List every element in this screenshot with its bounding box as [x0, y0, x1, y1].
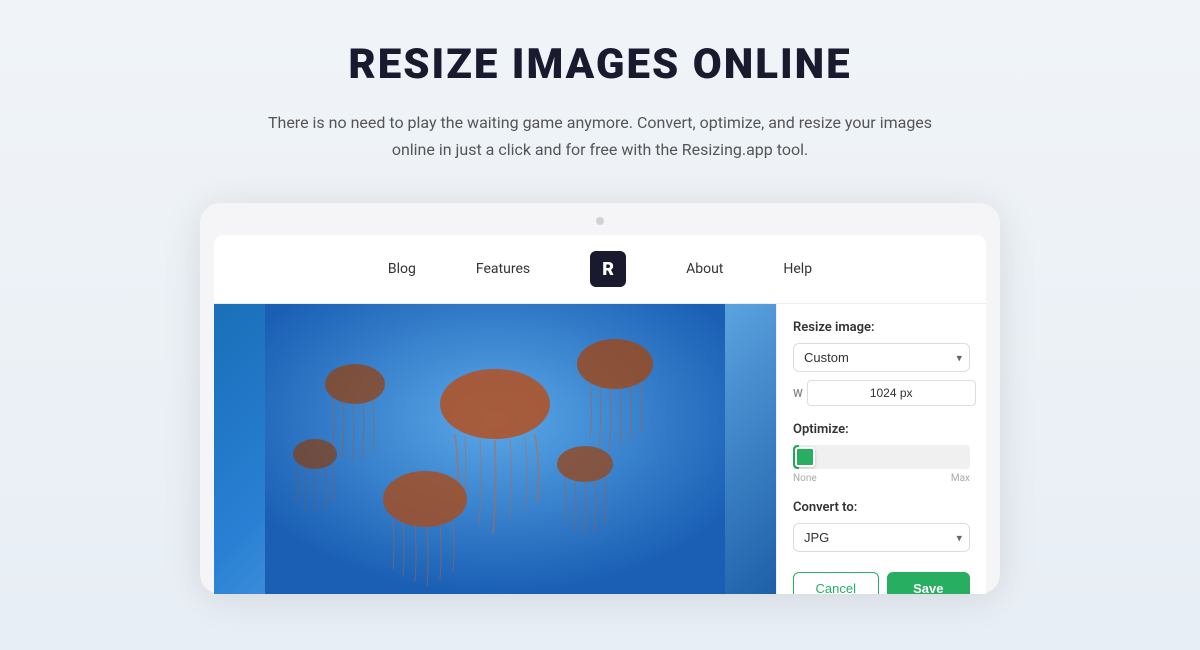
sidebar-panel: Resize image: Custom ▾ W 🔒 — [776, 304, 986, 594]
convert-label: Convert to: — [793, 500, 970, 515]
nav-logo[interactable]: R — [590, 251, 626, 287]
nav-link-about[interactable]: About — [686, 261, 723, 277]
hero-subtitle: There is no need to play the waiting gam… — [260, 109, 940, 163]
optimize-slider-track[interactable] — [793, 445, 970, 469]
device-mockup: Blog Features R About Help — [200, 203, 1000, 594]
optimize-section: Optimize: None Max — [793, 422, 970, 484]
optimize-label: Optimize: — [793, 422, 970, 437]
action-buttons: Cancel Save — [793, 572, 970, 594]
device-camera — [596, 217, 604, 225]
app-content: Resize image: Custom ▾ W 🔒 — [214, 304, 986, 594]
convert-select[interactable]: JPG — [793, 523, 970, 552]
resize-label: Resize image: — [793, 320, 970, 335]
convert-select-wrapper: JPG ▾ — [793, 523, 970, 552]
resize-section: Resize image: Custom ▾ W 🔒 — [793, 320, 970, 406]
image-preview — [214, 304, 776, 594]
slider-min-label: None — [793, 473, 817, 484]
convert-section: Convert to: JPG ▾ — [793, 500, 970, 552]
width-group: W — [793, 380, 976, 406]
lock-icon: 🔒 — [982, 386, 986, 400]
slider-max-label: Max — [951, 473, 970, 484]
save-button[interactable]: Save — [887, 572, 971, 594]
slider-thumb[interactable] — [795, 447, 815, 467]
dimension-row: W 🔒 H — [793, 380, 970, 406]
device-screen: Blog Features R About Help — [214, 235, 986, 594]
nav-link-features[interactable]: Features — [476, 261, 530, 277]
slider-labels: None Max — [793, 473, 970, 484]
nav-link-blog[interactable]: Blog — [388, 261, 416, 277]
jellyfish-photo — [214, 304, 776, 594]
page-title: RESIZE IMAGES ONLINE — [348, 40, 851, 89]
width-label: W — [793, 387, 803, 400]
optimize-slider-wrapper: None Max — [793, 445, 970, 484]
cancel-button[interactable]: Cancel — [793, 572, 879, 594]
resize-select[interactable]: Custom — [793, 343, 970, 372]
nav-bar: Blog Features R About Help — [214, 235, 986, 304]
nav-link-help[interactable]: Help — [783, 261, 812, 277]
resize-select-wrapper: Custom ▾ — [793, 343, 970, 372]
width-input[interactable] — [807, 380, 976, 406]
